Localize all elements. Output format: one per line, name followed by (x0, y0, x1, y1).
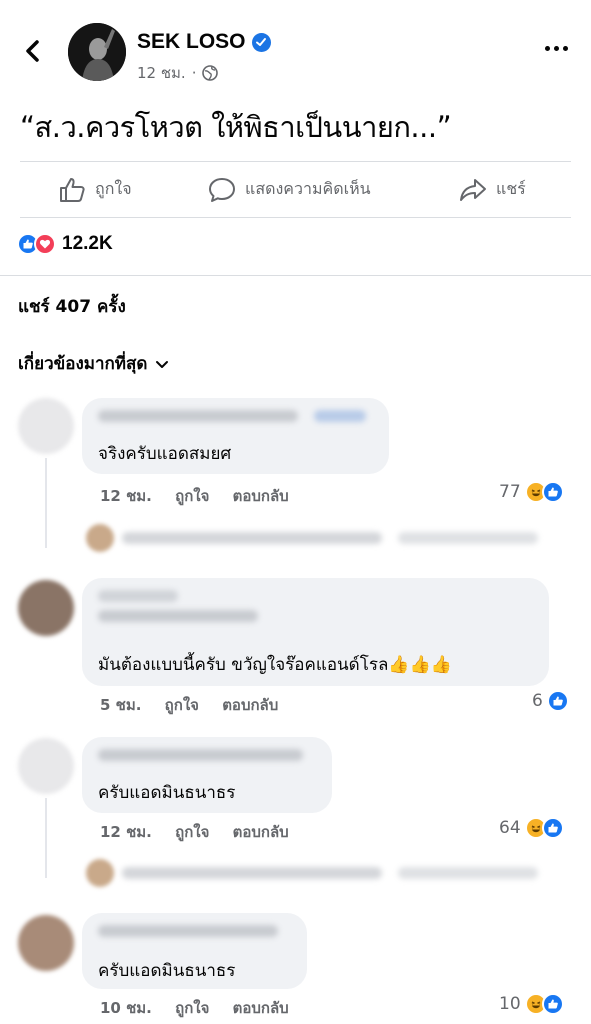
comment-bubble[interactable]: มันต้องแบบนี้ครับ ขวัญใจร๊อคแอนด์โรล👍👍👍 (82, 578, 549, 686)
meta-separator: · (191, 64, 197, 82)
post-text: “ส.ว.ควรโหวต ให้พิธาเป็นนายก...” (20, 110, 452, 144)
comment-like-button[interactable]: ถูกใจ (165, 696, 199, 714)
comment-reaction-count: 6 (532, 691, 543, 711)
chevron-left-icon (26, 40, 39, 62)
comment-bubble[interactable]: ครับแอดมินธนาธร (82, 913, 307, 989)
commenter-name-redacted (98, 749, 303, 761)
comment-like-button[interactable]: ถูกใจ (175, 823, 209, 841)
commenter-name-redacted (98, 410, 298, 422)
like-reaction-icon (546, 690, 569, 712)
commenter-avatar[interactable] (18, 915, 74, 971)
comment-meta: 5 ชม. ถูกใจ ตอบกลับ (100, 693, 296, 717)
commenter-badge-redacted (314, 410, 366, 422)
comment-meta: 12 ชม. ถูกใจ ตอบกลับ (100, 484, 307, 508)
globe-icon (202, 65, 219, 81)
verified-badge-icon (251, 32, 271, 52)
comment-reaction-count: 77 (499, 482, 521, 502)
comment-button[interactable]: แสดงความคิดเห็น (207, 162, 371, 217)
comment-like-button[interactable]: ถูกใจ (175, 999, 209, 1017)
more-dot (562, 45, 568, 51)
post-header: SEK LOSO 12 ชม. · (0, 0, 591, 100)
collapsed-reply-preview[interactable] (80, 855, 550, 891)
comment-text: ครับแอดมินธนาธร (98, 783, 236, 803)
comment-like-button[interactable]: ถูกใจ (175, 487, 209, 505)
comment-text: ครับแอดมินธนาธร (98, 961, 236, 981)
thread-line (45, 798, 47, 878)
page-name[interactable]: SEK LOSO (137, 30, 271, 54)
comment-reaction-count: 64 (499, 818, 521, 838)
comment-reaction-count: 10 (499, 994, 521, 1014)
comment-reply-button[interactable]: ตอบกลับ (233, 823, 289, 841)
thread-line (45, 458, 47, 548)
commenter-name-redacted (98, 925, 278, 937)
comment-meta: 10 ชม. ถูกใจ ตอบกลับ (100, 996, 307, 1020)
chevron-down-icon (156, 360, 169, 368)
comment-time[interactable]: 12 ชม. (100, 823, 152, 841)
comment-bubble[interactable]: ครับแอดมินธนาธร (82, 737, 332, 813)
page-name-label: SEK LOSO (137, 30, 246, 53)
comment-reactions[interactable]: 77 (499, 481, 564, 503)
post-actions-bar: ถูกใจ แสดงความคิดเห็น แชร์ (0, 162, 591, 217)
thumbs-up-icon (60, 177, 85, 202)
comment-sort-dropdown[interactable]: เกี่ยวข้องมากที่สุด (18, 350, 169, 377)
love-reaction-icon (34, 233, 56, 255)
more-dot (553, 45, 559, 51)
reply-avatar (86, 524, 114, 552)
commenter-avatar[interactable] (18, 580, 74, 636)
speech-bubble-icon (209, 177, 235, 202)
divider (20, 217, 571, 218)
comment-text: จริงครับแอดสมยศ (98, 444, 232, 464)
share-label: แชร์ (496, 179, 526, 198)
commenter-avatar[interactable] (18, 738, 74, 794)
like-label: ถูกใจ (95, 179, 132, 198)
collapsed-reply-preview[interactable] (80, 520, 550, 556)
comment-reactions[interactable]: 6 (532, 690, 569, 712)
reply-text-redacted (398, 867, 538, 879)
reaction-count: 12.2K (62, 233, 113, 254)
comment-meta: 12 ชม. ถูกใจ ตอบกลับ (100, 820, 307, 844)
comment-label: แสดงความคิดเห็น (245, 179, 371, 198)
share-arrow-icon (460, 178, 486, 201)
like-reaction-icon (541, 817, 564, 839)
comment-reactions[interactable]: 64 (499, 817, 564, 839)
commenter-avatar[interactable] (18, 398, 74, 454)
more-options-button[interactable] (541, 38, 571, 58)
comment-time[interactable]: 12 ชม. (100, 487, 152, 505)
like-reaction-icon (541, 993, 564, 1015)
comment-reply-button[interactable]: ตอบกลับ (222, 696, 278, 714)
divider (0, 275, 591, 276)
back-button[interactable] (18, 36, 48, 66)
commenter-name-redacted (98, 610, 258, 622)
reactions-summary[interactable]: 12.2K (17, 233, 113, 255)
post-time[interactable]: 12 ชม. (137, 61, 186, 85)
comment-time[interactable]: 5 ชม. (100, 696, 141, 714)
commenter-name-redacted (98, 590, 178, 602)
reply-text-redacted (122, 867, 382, 879)
comment-reactions[interactable]: 10 (499, 993, 564, 1015)
sort-label: เกี่ยวข้องมากที่สุด (18, 354, 148, 374)
reply-text-redacted (398, 532, 538, 544)
comment-reply-button[interactable]: ตอบกลับ (233, 999, 289, 1017)
comment-bubble[interactable]: จริงครับแอดสมยศ (82, 398, 389, 474)
share-button[interactable]: แชร์ (458, 162, 526, 217)
like-button[interactable]: ถูกใจ (57, 162, 132, 217)
comment-reply-button[interactable]: ตอบกลับ (233, 487, 289, 505)
reply-avatar (86, 859, 114, 887)
page-avatar[interactable] (68, 23, 126, 81)
reply-text-redacted (122, 532, 382, 544)
comment-time[interactable]: 10 ชม. (100, 999, 152, 1017)
comment-text: มันต้องแบบนี้ครับ ขวัญใจร๊อคแอนด์โรล👍👍👍 (98, 655, 452, 675)
post-meta: 12 ชม. · (137, 61, 219, 85)
more-horizontal-icon (544, 45, 550, 51)
shares-count[interactable]: แชร์ 407 ครั้ง (18, 293, 126, 320)
like-reaction-icon (541, 481, 564, 503)
